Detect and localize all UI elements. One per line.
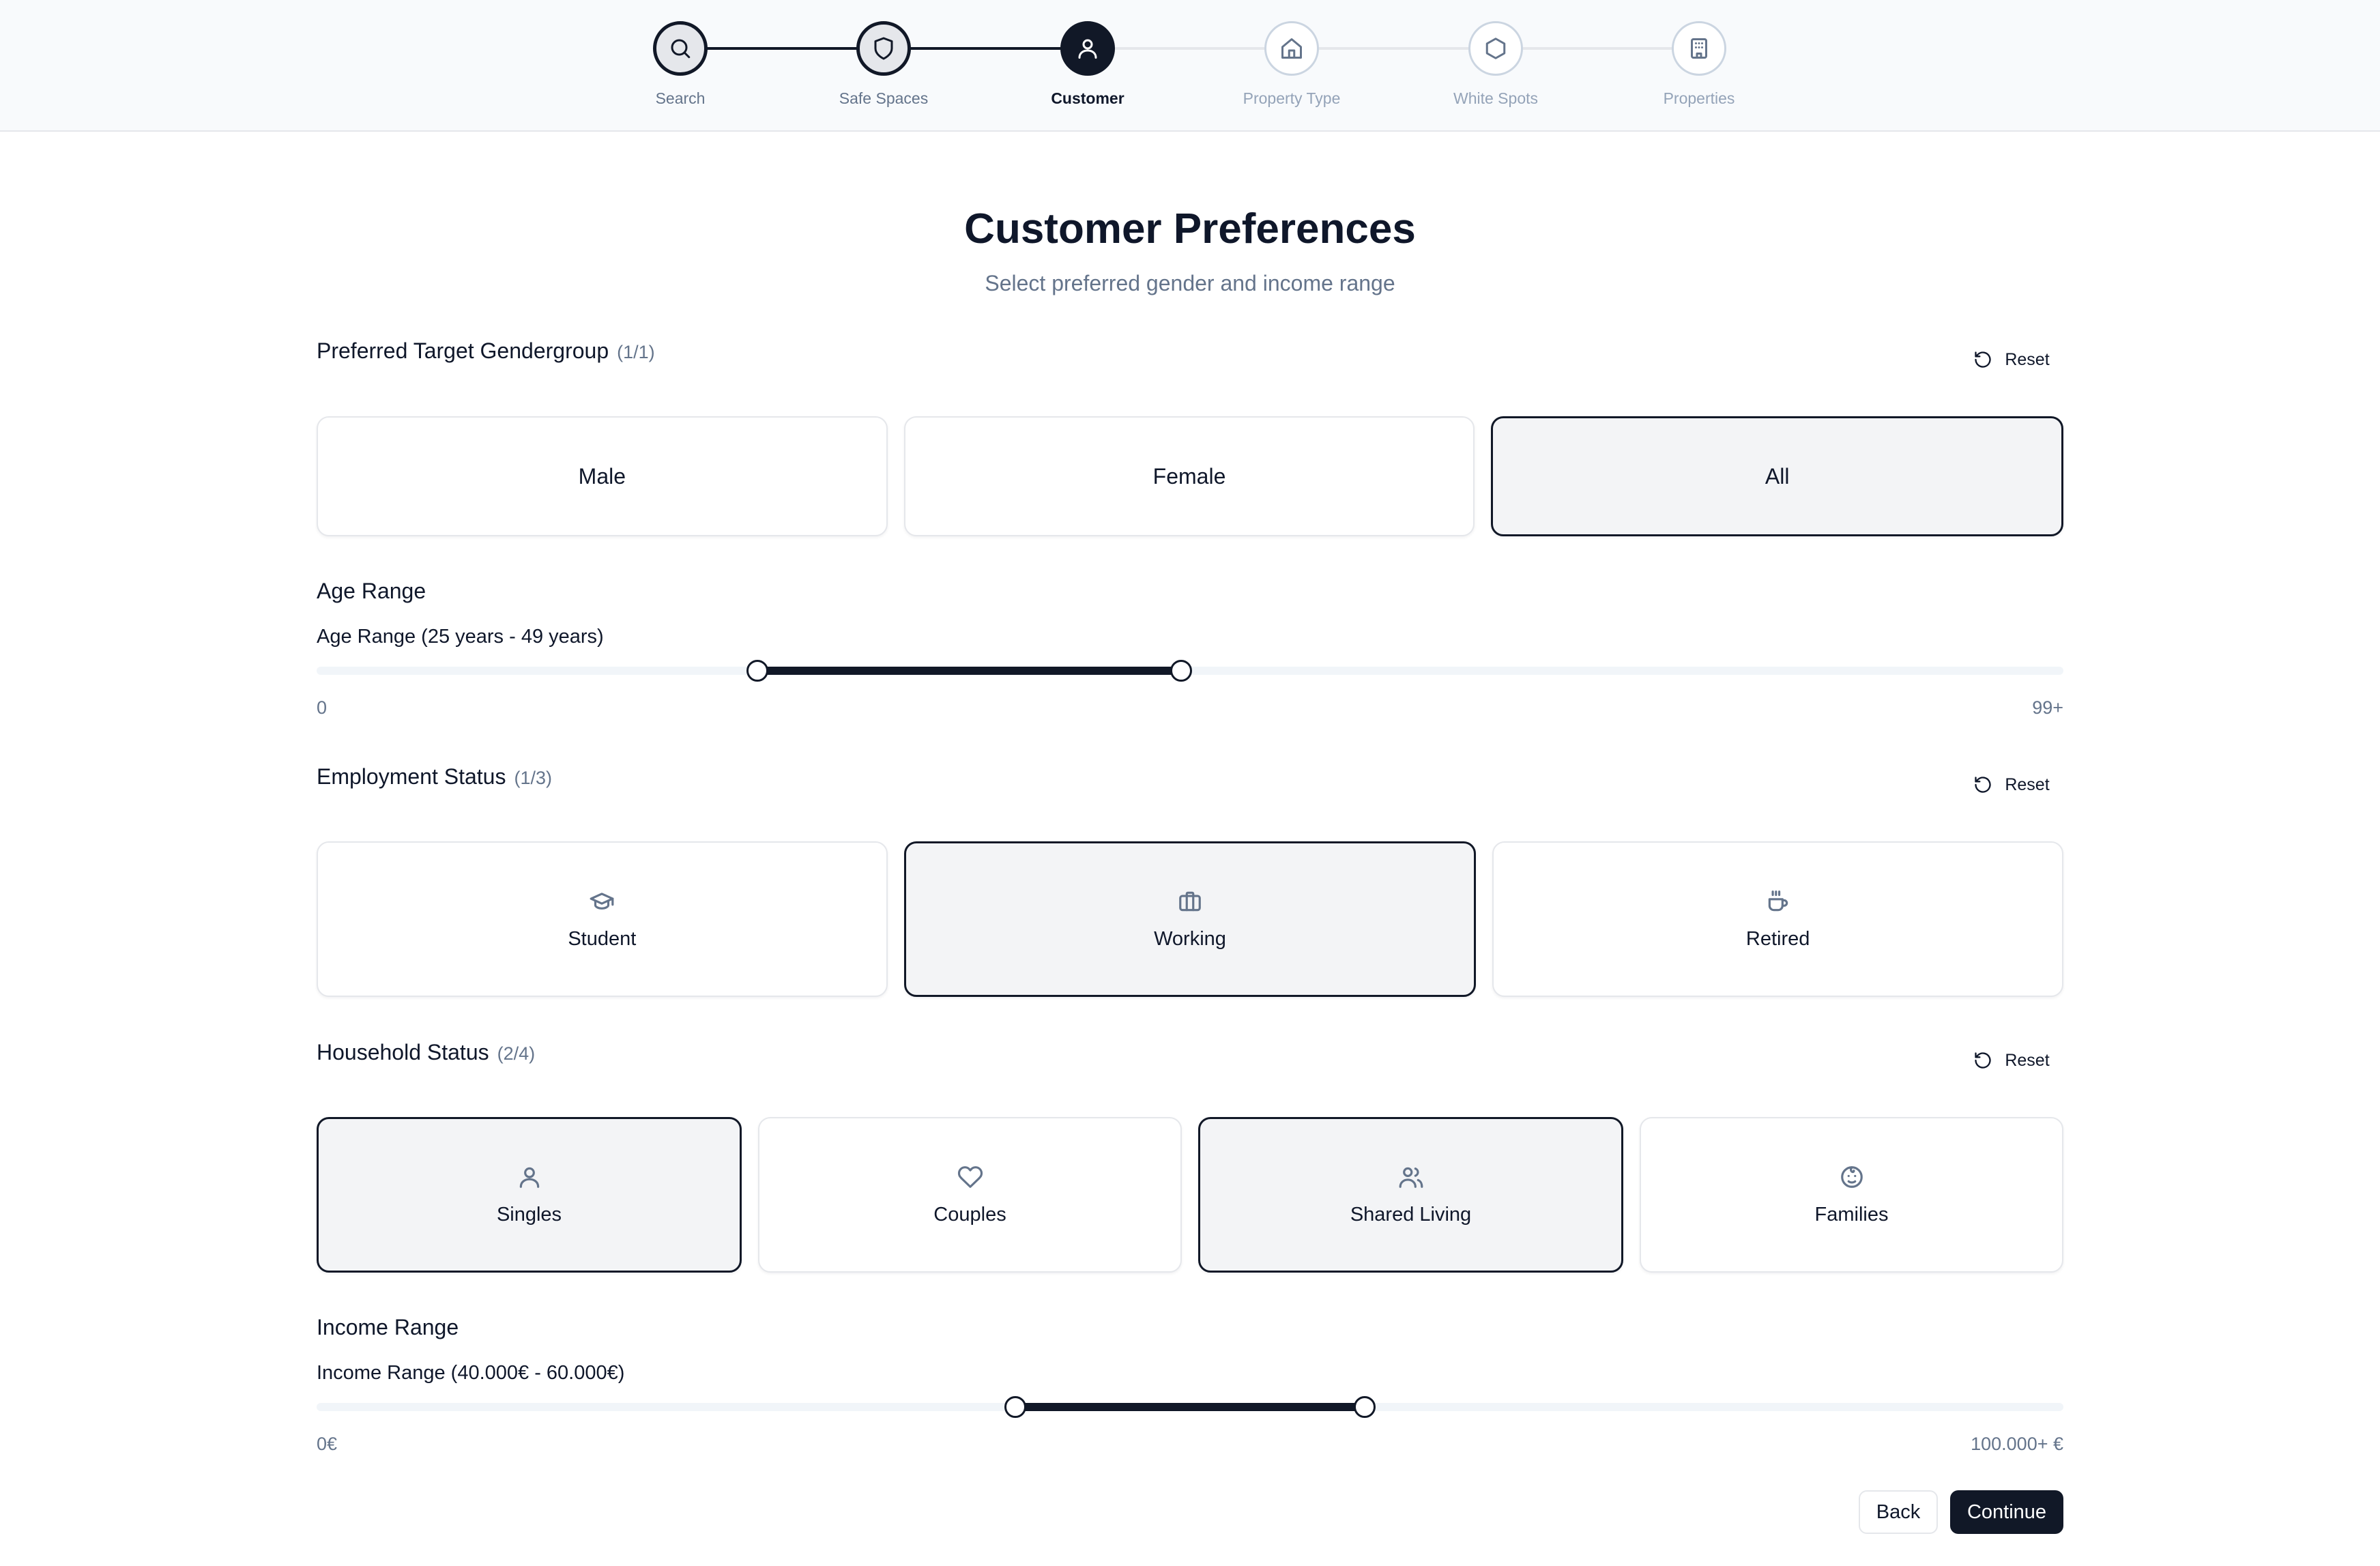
section-title-text: Household Status (317, 1040, 489, 1064)
option-label: Male (578, 463, 626, 489)
step-label: Properties (1663, 89, 1735, 107)
building-icon (1672, 21, 1726, 76)
employment-option-retired[interactable]: Retired (1492, 841, 2064, 997)
employment-section-title: Employment Status (1/3) (317, 764, 552, 789)
progress-stepper: Search Safe Spaces Customer Property Typ… (0, 0, 2380, 132)
page-title: Customer Preferences (964, 205, 1416, 252)
section-title-text: Employment Status (317, 764, 506, 789)
employment-option-working[interactable]: Working (903, 841, 1477, 997)
heart-icon (957, 1164, 983, 1190)
user-icon (1060, 21, 1115, 76)
option-label: Student (568, 927, 637, 950)
income-max-handle[interactable] (1354, 1396, 1376, 1418)
hexagon-icon (1468, 21, 1523, 76)
gender-options: Male Female All (317, 416, 2064, 536)
search-icon (653, 21, 708, 76)
step-property-type[interactable]: Property Type (1223, 21, 1360, 108)
age-min-handle[interactable] (746, 660, 769, 682)
age-range-value: Age Range (25 years - 49 years) (317, 626, 604, 648)
baby-icon (1839, 1164, 1865, 1190)
age-range-slider[interactable] (317, 660, 2063, 682)
step-label: Search (655, 89, 706, 107)
household-option-singles[interactable]: Singles (317, 1117, 742, 1273)
gender-option-female[interactable]: Female (903, 416, 1475, 536)
option-label: Retired (1745, 927, 1810, 950)
age-range-heading: Age Range (317, 579, 426, 603)
household-section-title: Household Status (2/4) (317, 1040, 535, 1065)
gender-option-all[interactable]: All (1491, 416, 2064, 536)
step-label: Customer (1051, 89, 1124, 107)
home-icon (1264, 21, 1319, 76)
step-safe-spaces[interactable]: Safe Spaces (815, 21, 952, 108)
employment-options: Student Working Retired (317, 841, 2064, 997)
step-label: White Spots (1453, 89, 1538, 107)
age-scale-max: 99+ (2032, 697, 2063, 718)
step-customer[interactable]: Customer (1019, 21, 1156, 108)
step-properties[interactable]: Properties (1631, 21, 1767, 108)
option-label: Families (1814, 1203, 1889, 1226)
selection-count: (2/4) (497, 1043, 536, 1064)
option-label: Shared Living (1350, 1203, 1472, 1226)
coffee-icon (1765, 888, 1791, 914)
reset-icon (1975, 777, 1991, 793)
income-range-fill (1015, 1403, 1365, 1411)
step-label: Property Type (1243, 89, 1341, 107)
briefcase-icon (1177, 888, 1203, 914)
customer-preferences-page: Search Safe Spaces Customer Property Typ… (0, 0, 2380, 1566)
option-label: All (1765, 463, 1790, 489)
reset-label: Reset (2005, 1050, 2050, 1070)
employment-option-student[interactable]: Student (317, 841, 888, 997)
income-scale-min: 0€ (317, 1434, 338, 1454)
reset-icon (1975, 351, 1991, 368)
back-button[interactable]: Back (1859, 1490, 1938, 1534)
household-option-families[interactable]: Families (1640, 1117, 2063, 1273)
age-range-fill (757, 667, 1182, 675)
page-subtitle: Select preferred gender and income range (985, 271, 1395, 295)
household-reset-button[interactable]: Reset (1957, 1040, 2066, 1081)
reset-label: Reset (2005, 349, 2050, 369)
income-scale-max: 100.000+ € (1971, 1434, 2063, 1454)
household-option-couples[interactable]: Couples (758, 1117, 1182, 1273)
household-option-shared-living[interactable]: Shared Living (1198, 1117, 1623, 1273)
household-options: Singles Couples Shared Living Families (317, 1117, 2063, 1273)
gender-section-title: Preferred Target Gendergroup (1/1) (317, 338, 655, 364)
step-white-spots[interactable]: White Spots (1427, 21, 1564, 108)
user-icon (517, 1164, 542, 1190)
step-search[interactable]: Search (612, 21, 749, 108)
employment-reset-button[interactable]: Reset (1957, 764, 2066, 805)
option-label: Female (1152, 463, 1226, 489)
option-label: Singles (496, 1203, 562, 1226)
income-range-heading: Income Range (317, 1315, 459, 1339)
selection-count: (1/3) (514, 768, 552, 788)
gender-option-male[interactable]: Male (317, 416, 888, 536)
reset-label: Reset (2005, 774, 2050, 794)
step-label: Safe Spaces (839, 89, 929, 107)
shield-icon (856, 21, 911, 76)
selection-count: (1/1) (617, 342, 655, 362)
gender-reset-button[interactable]: Reset (1957, 339, 2066, 380)
income-range-slider[interactable] (317, 1396, 2063, 1418)
option-label: Couples (933, 1203, 1006, 1226)
continue-button[interactable]: Continue (1950, 1490, 2063, 1534)
age-scale-min: 0 (317, 697, 328, 718)
section-title-text: Preferred Target Gendergroup (317, 338, 609, 363)
users-icon (1398, 1164, 1424, 1190)
graduation-cap-icon (589, 888, 615, 914)
income-range-value: Income Range (40.000€ - 60.000€) (317, 1362, 625, 1384)
income-min-handle[interactable] (1004, 1396, 1026, 1418)
age-max-handle[interactable] (1170, 660, 1193, 682)
option-label: Working (1154, 927, 1226, 950)
reset-icon (1975, 1052, 1991, 1069)
